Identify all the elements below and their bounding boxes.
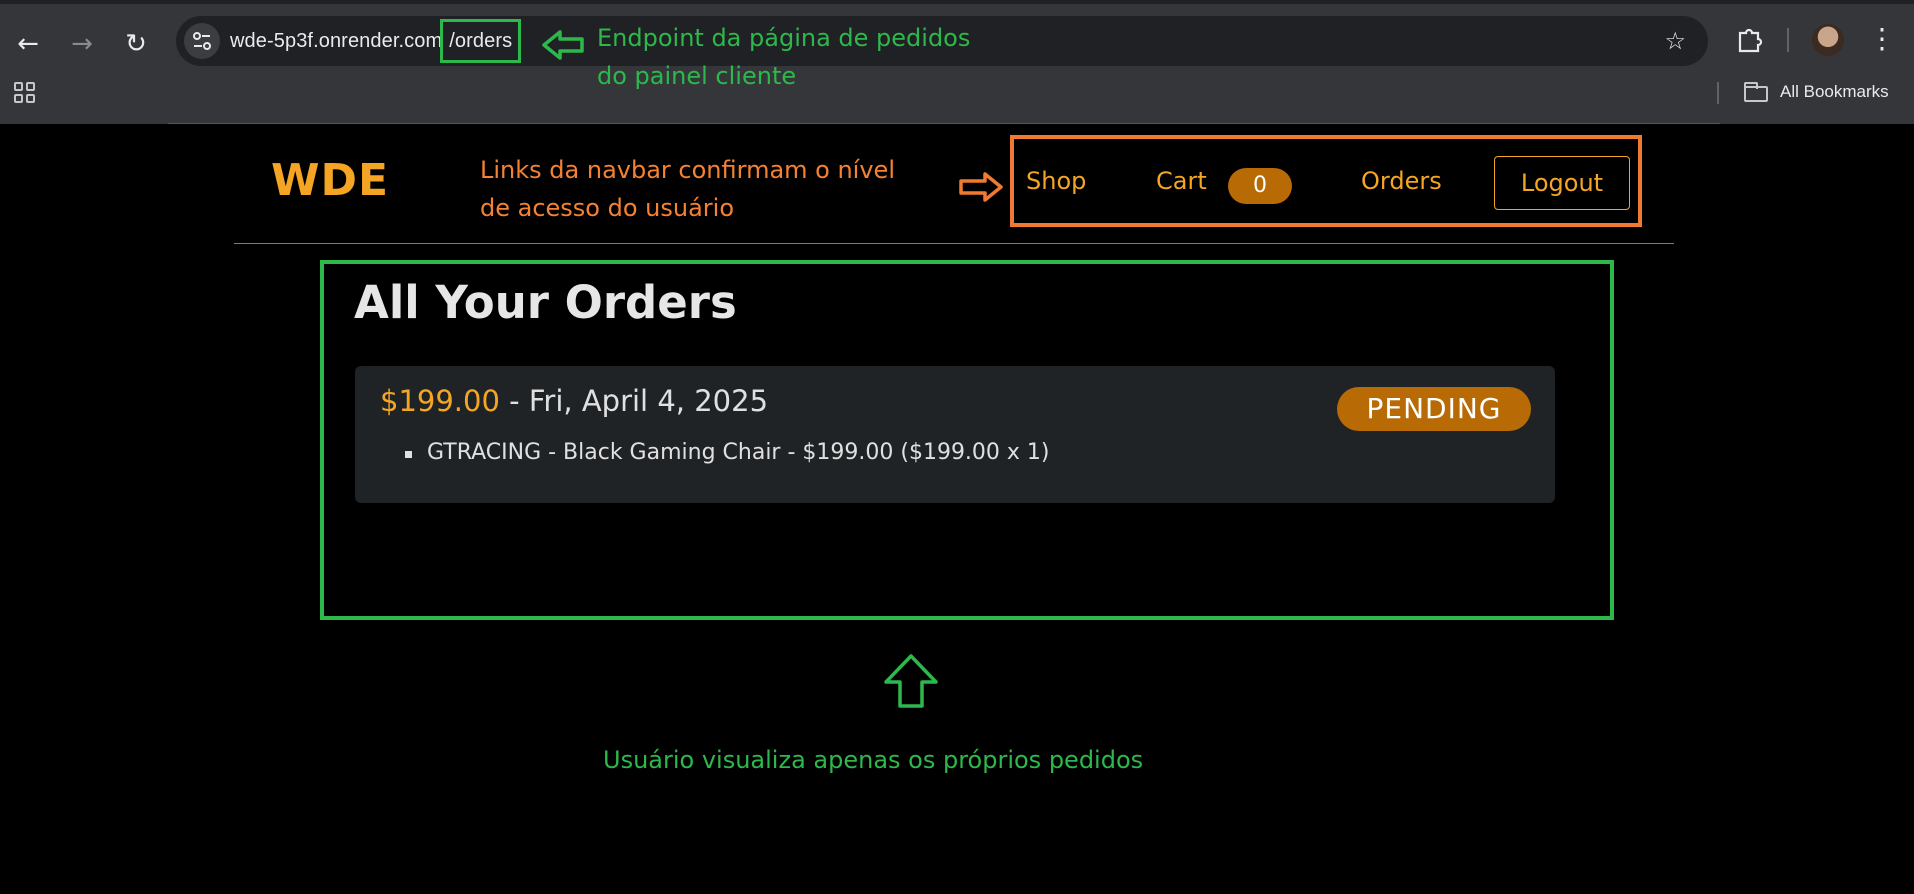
cart-count-badge: 0 (1228, 168, 1292, 204)
nav-cart-link[interactable]: Cart (1156, 139, 1207, 223)
profile-avatar[interactable] (1812, 24, 1844, 56)
site-logo[interactable]: WDE (271, 155, 389, 206)
bookmarks-bar (0, 72, 1914, 124)
order-item: GTRACING - Black Gaming Chair - $199.00 … (405, 440, 1050, 465)
navbar-annotation-line2: de acesso do usuário (480, 194, 735, 222)
reload-icon[interactable]: ↻ (116, 24, 156, 64)
bullet-icon (405, 451, 412, 458)
endpoint-annotation-line2: do painel cliente (597, 62, 797, 90)
order-date: Fri, April 4, 2025 (528, 384, 769, 418)
endpoint-arrow-icon (542, 30, 584, 60)
order-item-text: GTRACING - Black Gaming Chair - $199.00 … (427, 440, 1050, 465)
page-title: All Your Orders (354, 276, 737, 329)
extensions-icon[interactable] (1732, 22, 1766, 56)
navbar-arrow-icon (959, 172, 1003, 202)
bookmarks-divider (1717, 82, 1719, 104)
toolbar-divider (1787, 28, 1789, 52)
folder-icon[interactable] (1744, 82, 1768, 102)
url-host: wde-5p3f.onrender.com (230, 30, 443, 52)
nav-orders-link[interactable]: Orders (1361, 139, 1442, 223)
url-path-highlight: /orders (440, 19, 522, 63)
order-amount: $199.00 (380, 384, 500, 418)
order-header: $199.00 - Fri, April 4, 2025 (380, 384, 768, 418)
status-badge: PENDING (1337, 387, 1531, 431)
endpoint-annotation-line1: Endpoint da página de pedidos (597, 24, 971, 52)
header-divider (234, 243, 1674, 244)
order-card: $199.00 - Fri, April 4, 2025 PENDING GTR… (355, 366, 1555, 503)
nav-shop-link[interactable]: Shop (1026, 139, 1086, 223)
orders-note-arrow-icon (884, 654, 938, 708)
star-icon[interactable]: ☆ (1664, 16, 1686, 66)
order-separator: - (499, 384, 529, 418)
site-info-icon[interactable] (184, 23, 220, 59)
logout-button[interactable]: Logout (1494, 156, 1630, 210)
forward-icon[interactable]: → (62, 24, 102, 64)
all-bookmarks-label[interactable]: All Bookmarks (1780, 78, 1889, 106)
navbar-links-highlight: Shop Cart 0 Orders Logout (1010, 135, 1642, 227)
back-icon[interactable]: ← (8, 24, 48, 64)
more-menu-icon[interactable]: ⋮ (1868, 22, 1896, 56)
url-text[interactable]: wde-5p3f.onrender.com/orders (230, 16, 522, 66)
apps-icon[interactable] (12, 80, 38, 106)
orders-note-annotation: Usuário visualiza apenas os próprios ped… (603, 746, 1144, 774)
navbar-annotation-line1: Links da navbar confirmam o nível (480, 156, 895, 184)
page-top-divider (168, 123, 1720, 124)
